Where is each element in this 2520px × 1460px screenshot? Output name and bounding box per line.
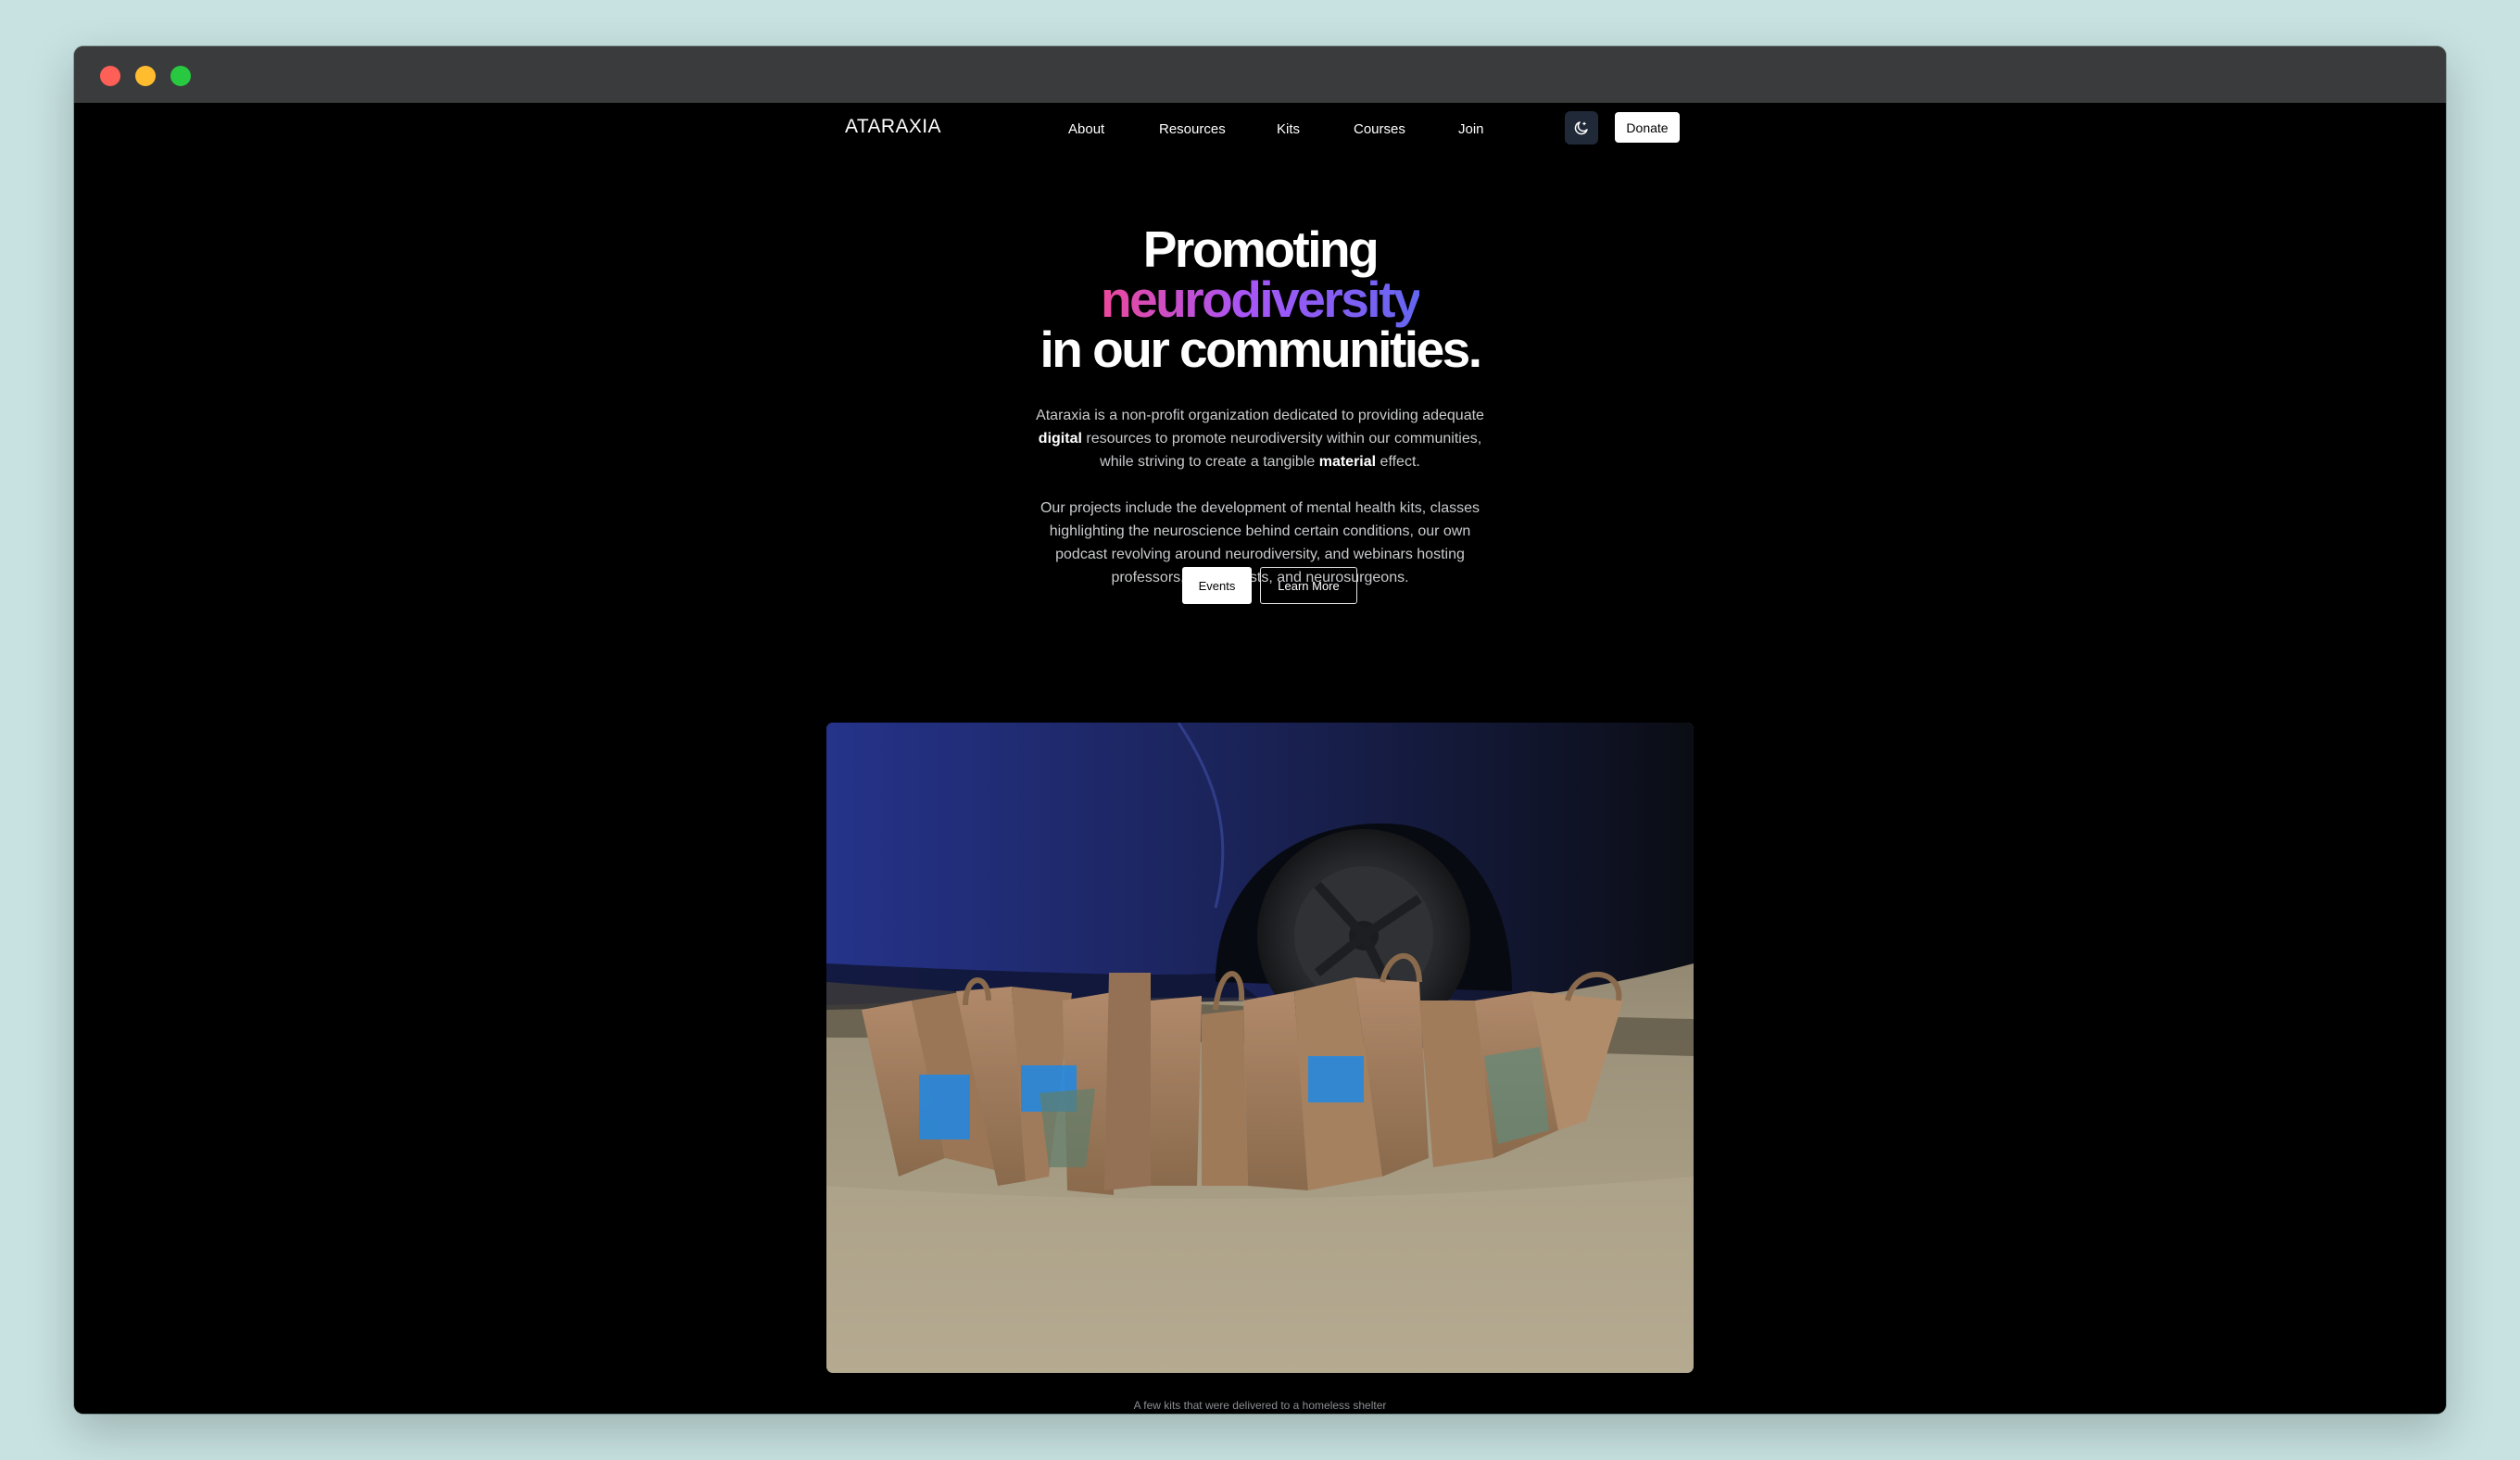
nav-link-join[interactable]: Join [1458,121,1484,137]
hero-title-line-3: in our communities. [1040,321,1482,378]
nav-link-kits[interactable]: Kits [1277,121,1300,137]
events-button[interactable]: Events [1182,567,1252,604]
nav-link-courses[interactable]: Courses [1354,121,1405,137]
learn-more-button[interactable]: Learn More [1260,567,1357,604]
intro-bold-material: material [1318,454,1377,470]
zoom-window-button[interactable] [170,66,191,86]
title-bar [74,46,2446,103]
intro-text-c: resources to promote neurodiversity with… [1086,431,1482,447]
minimize-window-button[interactable] [135,66,156,86]
donate-button[interactable]: Donate [1615,112,1680,143]
close-window-button[interactable] [100,66,120,86]
photo-caption: A few kits that were delivered to a home… [1133,1399,1387,1412]
nav-link-about[interactable]: About [1068,121,1104,137]
intro-text-a: Ataraxia is a non-profit organization de… [1036,408,1484,423]
kits-photo [826,723,1694,1373]
moon-icon [1574,121,1588,135]
brand-logo[interactable]: ATARAXIA [845,116,941,138]
hero-title-line-1: Promoting [1142,220,1380,278]
hero-highlight-word: neurodiversity [1100,271,1422,328]
intro-text-f: effect. [1380,454,1420,470]
top-navigation: ATARAXIA About Resources Kits Courses Jo… [74,103,2446,158]
page-viewport: ATARAXIA About Resources Kits Courses Jo… [74,103,2446,1414]
intro-paragraph-1: Ataraxia is a non-profit organization de… [1028,404,1492,473]
browser-window: ATARAXIA About Resources Kits Courses Jo… [74,46,2446,1414]
nav-link-resources[interactable]: Resources [1159,121,1226,137]
hero-title-line-2: neurodiversity [74,271,2446,327]
theme-toggle-button[interactable] [1565,111,1598,145]
intro-text-d: while striving to create a tangible [1100,454,1316,470]
intro-bold-digital: digital [1038,431,1082,447]
